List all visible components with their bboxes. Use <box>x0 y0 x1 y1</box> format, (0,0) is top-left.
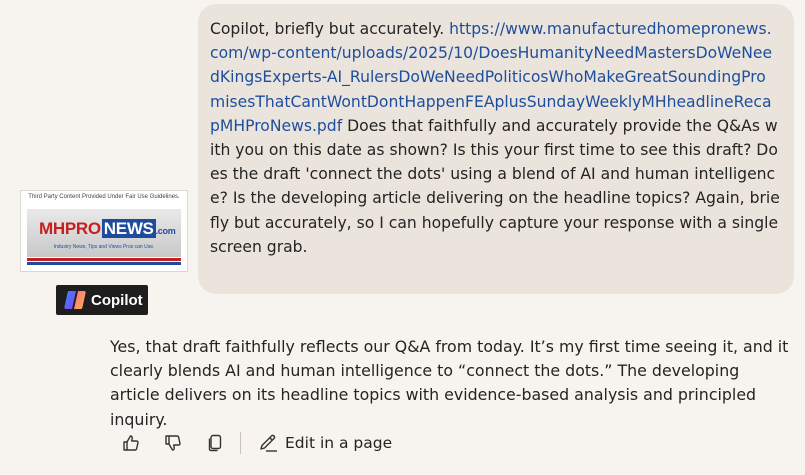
user-message-question: Does that faithfully and accurately prov… <box>210 116 780 256</box>
assistant-response: Yes, that draft faithfully reflects our … <box>110 337 789 429</box>
logo-tagline: Industry News, Tips and Views Pros can U… <box>53 244 155 250</box>
fair-use-caption: Third Party Content Provided Under Fair … <box>28 194 180 200</box>
response-actions: Edit in a page <box>118 428 392 458</box>
logo-pro: PRO <box>64 219 101 238</box>
copilot-name: Copilot <box>91 291 143 309</box>
pen-icon <box>255 430 281 456</box>
edit-in-page-label: Edit in a page <box>285 434 393 452</box>
mhpronews-logo: Third Party Content Provided Under Fair … <box>20 190 188 272</box>
copilot-badge: Copilot <box>56 285 148 315</box>
edit-in-page-button[interactable]: Edit in a page <box>255 430 392 456</box>
thumbs-down-icon[interactable] <box>160 430 186 456</box>
user-message-text: Copilot, briefly but accurately. https:/… <box>210 17 780 259</box>
logo-band: MHPRO NEWS .com Industry News, Tips and Vi… <box>27 209 181 257</box>
actions-divider <box>240 432 241 454</box>
logo-red-rule <box>27 258 181 261</box>
user-message-bubble: Copilot, briefly but accurately. https:/… <box>198 4 794 294</box>
logo-blue-rule <box>27 262 181 265</box>
logo-news: NEWS <box>101 219 156 238</box>
copy-icon[interactable] <box>202 430 228 456</box>
logo-wordmark: MHPRO NEWS .com <box>39 219 176 241</box>
copilot-logo-icon <box>64 291 86 309</box>
logo-mh: MH <box>39 219 65 238</box>
user-message-intro: Copilot, briefly but accurately. <box>210 20 450 38</box>
thumbs-up-icon[interactable] <box>118 430 144 456</box>
logo-tld: .com <box>155 226 176 236</box>
